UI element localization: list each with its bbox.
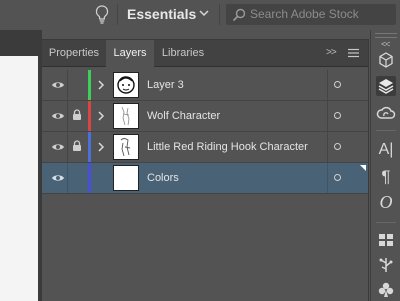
layer-target-circle[interactable] bbox=[334, 143, 341, 150]
layer-thumbnail bbox=[113, 103, 139, 129]
layers-panel: Properties Layers Libraries >> Layer 3 W… bbox=[42, 40, 368, 301]
layer-thumbnail bbox=[113, 165, 139, 191]
column-divider bbox=[67, 132, 68, 162]
opentype-icon[interactable]: O bbox=[371, 192, 400, 213]
collapse-panel-button[interactable]: >> bbox=[326, 47, 337, 58]
layers-icon bbox=[378, 79, 394, 94]
expand-panels-button[interactable]: << bbox=[381, 39, 390, 49]
toolbar-divider bbox=[219, 4, 220, 25]
layer-name[interactable]: Little Red Riding Hook Character bbox=[147, 132, 308, 162]
artboard[interactable] bbox=[0, 56, 38, 301]
symbols-icon[interactable] bbox=[376, 255, 396, 275]
paragraph-icon[interactable]: ¶ bbox=[371, 167, 400, 187]
layer-color-bar bbox=[88, 70, 91, 100]
column-divider bbox=[327, 101, 328, 131]
toolbar-divider bbox=[117, 4, 118, 25]
panel-menu-icon[interactable] bbox=[348, 48, 359, 58]
visibility-eye-icon[interactable] bbox=[51, 173, 65, 183]
tab-layers[interactable]: Layers bbox=[106, 40, 154, 67]
strip-divider bbox=[376, 130, 396, 131]
layer-name[interactable]: Colors bbox=[147, 163, 179, 193]
swatches-icon[interactable] bbox=[376, 230, 396, 250]
grip-handle[interactable] bbox=[375, 33, 397, 38]
search-placeholder: Search Adobe Stock bbox=[250, 7, 359, 21]
tab-properties[interactable]: Properties bbox=[42, 40, 106, 66]
selection-indicator bbox=[360, 165, 366, 171]
visibility-eye-icon[interactable] bbox=[51, 80, 65, 90]
layer-color-bar bbox=[88, 132, 91, 162]
layer-target-circle[interactable] bbox=[334, 112, 341, 119]
expand-chevron-icon[interactable] bbox=[97, 111, 105, 121]
column-divider bbox=[67, 70, 68, 100]
layer-color-bar bbox=[88, 101, 91, 131]
layer-row-layer-3[interactable]: Layer 3 bbox=[42, 70, 368, 101]
strip-divider bbox=[376, 222, 396, 223]
character-icon[interactable]: A| bbox=[371, 141, 400, 159]
layer-name[interactable]: Wolf Character bbox=[147, 101, 220, 131]
stock-search-field[interactable]: Search Adobe Stock bbox=[226, 4, 396, 25]
column-divider bbox=[67, 163, 68, 193]
expand-chevron-icon[interactable] bbox=[97, 80, 105, 90]
visibility-eye-icon[interactable] bbox=[51, 142, 65, 152]
column-divider bbox=[327, 163, 328, 193]
document-canvas[interactable] bbox=[0, 30, 42, 301]
lightbulb-icon[interactable] bbox=[94, 5, 110, 25]
layer-target-circle[interactable] bbox=[334, 81, 341, 88]
column-divider bbox=[327, 132, 328, 162]
lock-icon[interactable] bbox=[72, 140, 82, 152]
layer-thumbnail bbox=[113, 134, 139, 160]
layer-row-little-red-riding-hook[interactable]: Little Red Riding Hook Character bbox=[42, 132, 368, 163]
layer-target-circle[interactable] bbox=[334, 174, 341, 181]
layer-name[interactable]: Layer 3 bbox=[147, 70, 184, 100]
expand-chevron-icon[interactable] bbox=[97, 142, 105, 152]
lock-icon[interactable] bbox=[72, 109, 82, 121]
column-divider bbox=[67, 101, 68, 131]
layer-color-bar bbox=[88, 163, 91, 193]
search-icon bbox=[232, 8, 246, 22]
layers-icon-button[interactable] bbox=[376, 76, 396, 96]
panel-tab-bar: Properties Layers Libraries >> bbox=[42, 40, 368, 67]
column-divider bbox=[327, 70, 328, 100]
layer-row-wolf-character[interactable]: Wolf Character bbox=[42, 101, 368, 132]
application-bar: Essentials Search Adobe Stock bbox=[0, 0, 400, 30]
tab-libraries[interactable]: Libraries bbox=[154, 40, 212, 66]
club-icon[interactable] bbox=[376, 280, 396, 300]
collapsed-panel-strip: << A| ¶ O bbox=[370, 30, 400, 301]
layer-thumbnail bbox=[113, 72, 139, 98]
creative-cloud-icon[interactable] bbox=[376, 104, 396, 124]
visibility-eye-icon[interactable] bbox=[51, 111, 65, 121]
layer-row-colors[interactable]: Colors bbox=[42, 163, 368, 194]
cube-icon[interactable] bbox=[376, 50, 396, 70]
chevron-down-icon[interactable] bbox=[199, 9, 209, 17]
workspace-switcher[interactable]: Essentials bbox=[127, 4, 196, 25]
